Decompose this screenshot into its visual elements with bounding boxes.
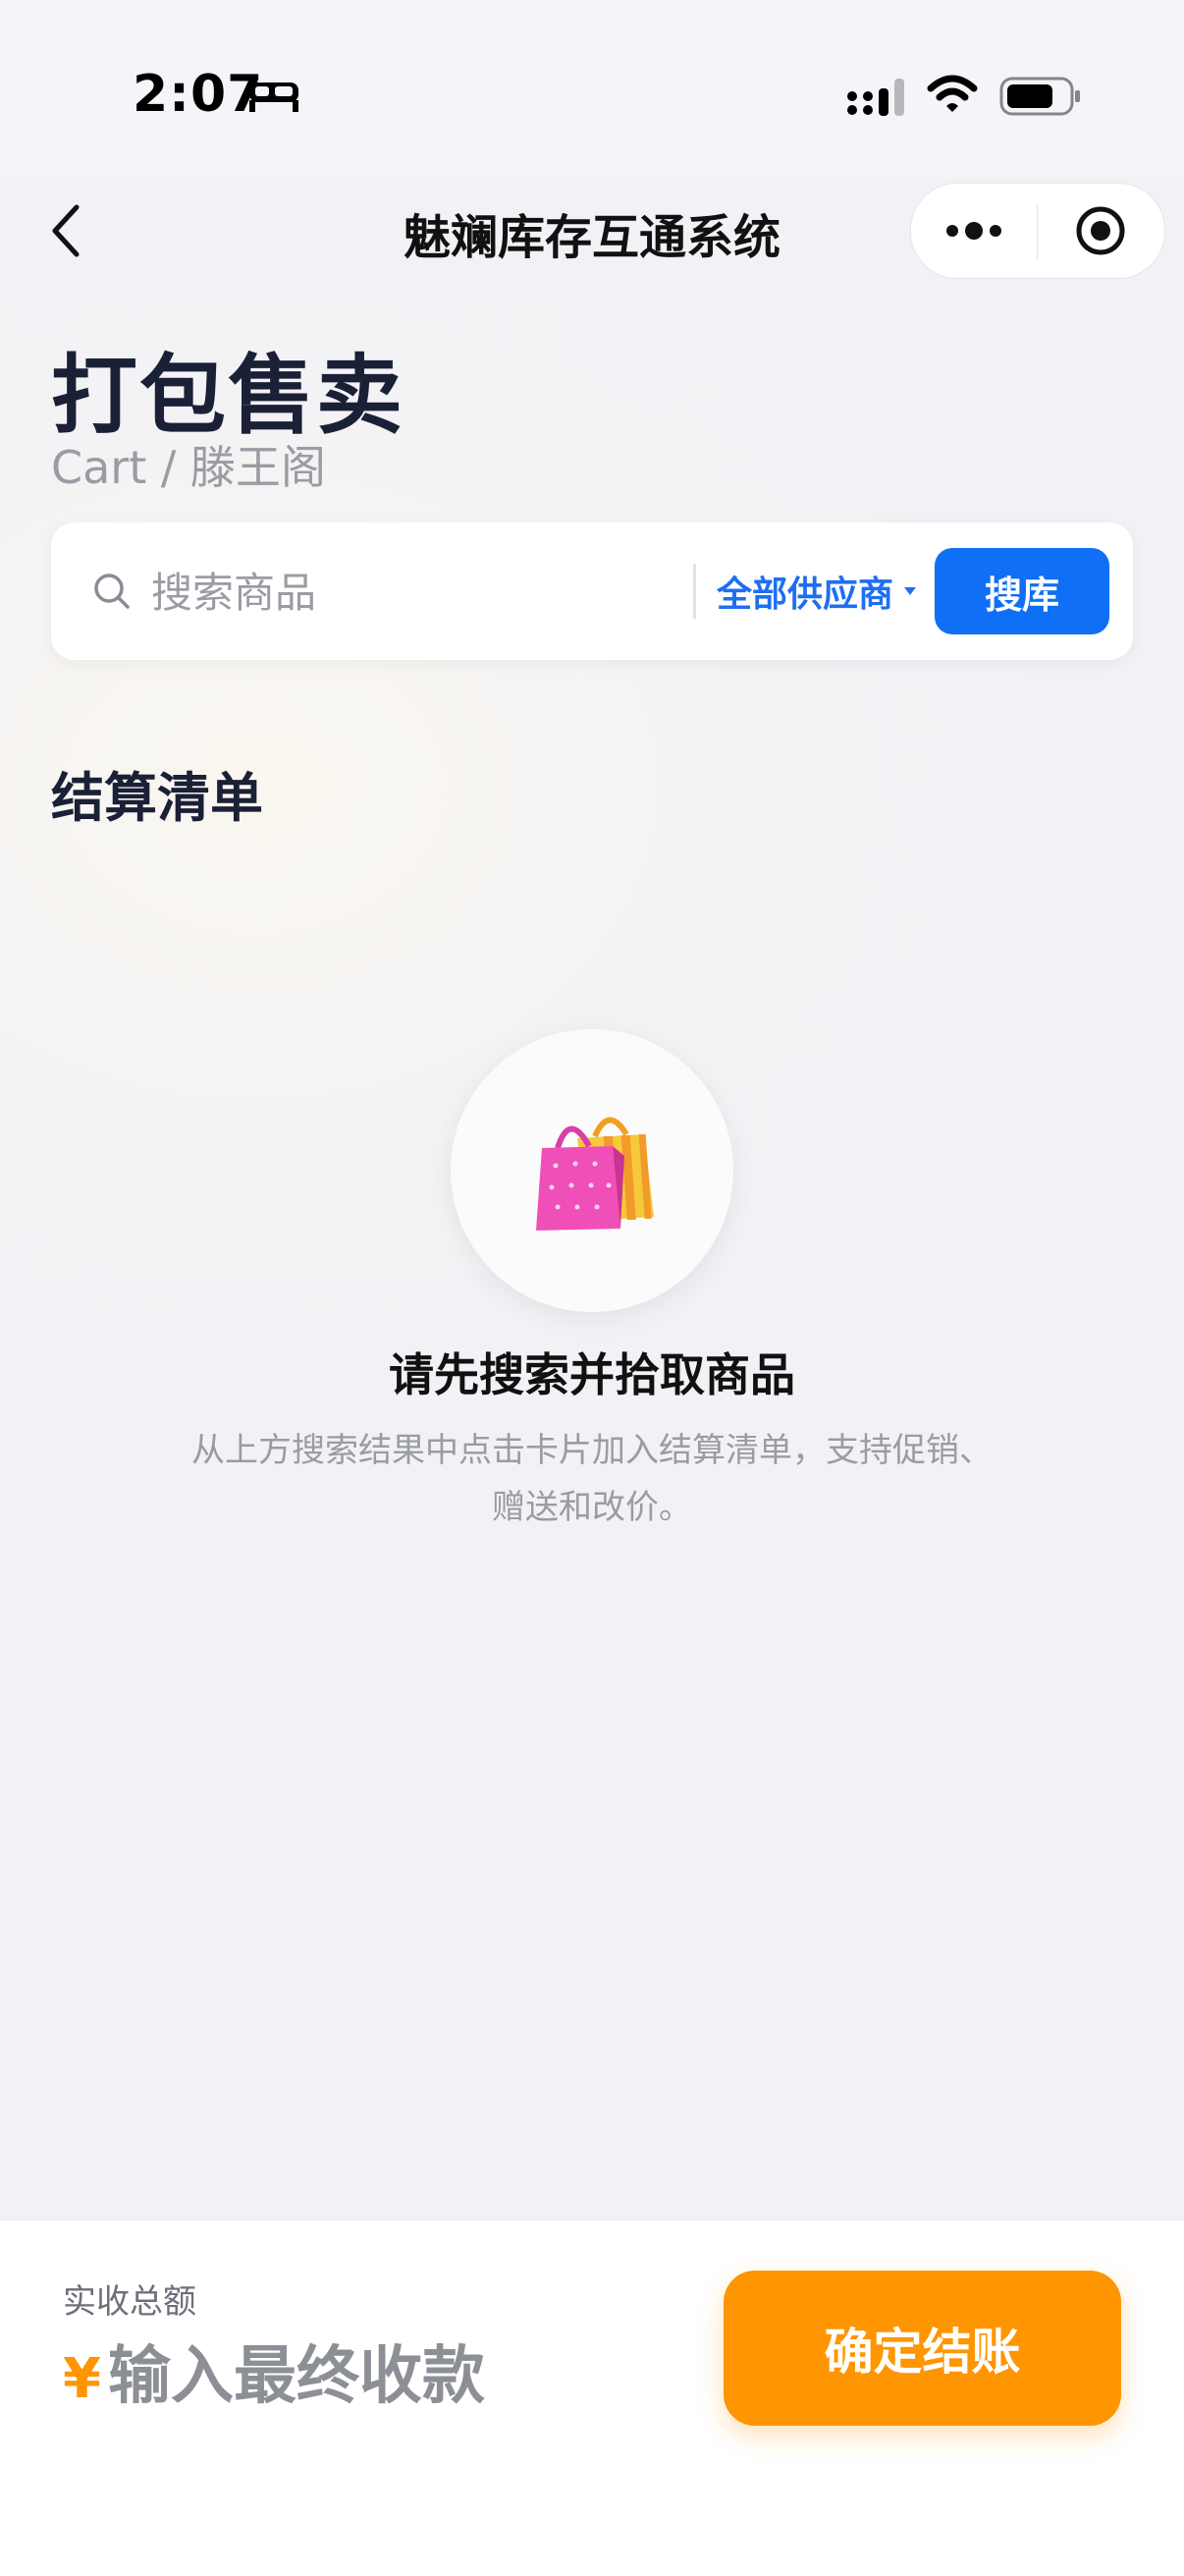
checkout-button[interactable]: 确定结账 bbox=[724, 2271, 1121, 2426]
caret-down-icon bbox=[904, 587, 917, 595]
shopping-bags-icon bbox=[536, 1117, 654, 1231]
supplier-filter-label: 全部供应商 bbox=[717, 575, 894, 615]
chevron-left-icon bbox=[52, 204, 80, 257]
signal-icon bbox=[847, 79, 904, 116]
search-bar: 全部供应商 搜库 bbox=[51, 522, 1133, 660]
search-divider bbox=[693, 564, 696, 619]
more-button[interactable] bbox=[911, 184, 1037, 278]
supplier-filter-dropdown[interactable]: 全部供应商 bbox=[717, 562, 917, 621]
bed-icon bbox=[249, 82, 298, 112]
page-subtitle: Cart / 滕王阁 bbox=[51, 441, 326, 494]
status-time: 2:07 bbox=[133, 65, 264, 124]
close-program-button[interactable] bbox=[1038, 184, 1163, 278]
total-label: 实收总额 bbox=[63, 2282, 196, 2322]
empty-state-icon-container bbox=[451, 1029, 733, 1312]
search-icon bbox=[94, 574, 130, 609]
search-button[interactable]: 搜库 bbox=[935, 548, 1109, 634]
back-button[interactable] bbox=[39, 196, 92, 265]
nav-title: 魅斓库存互通系统 bbox=[403, 210, 780, 265]
battery-icon bbox=[999, 77, 1080, 116]
target-icon bbox=[1076, 206, 1125, 255]
search-input[interactable] bbox=[149, 552, 723, 632]
more-dots-icon bbox=[946, 222, 1001, 240]
currency-sign: ¥ bbox=[63, 2347, 101, 2411]
mini-program-capsule bbox=[910, 183, 1165, 279]
amount-input[interactable] bbox=[108, 2335, 487, 2418]
section-title: 结算清单 bbox=[51, 767, 263, 829]
empty-state-description: 从上方搜索结果中点击卡片加入结算清单，支持促销、赠送和改价。 bbox=[191, 1431, 993, 1527]
wifi-icon bbox=[927, 75, 978, 112]
empty-state-title: 请先搜索并拾取商品 bbox=[389, 1348, 795, 1401]
